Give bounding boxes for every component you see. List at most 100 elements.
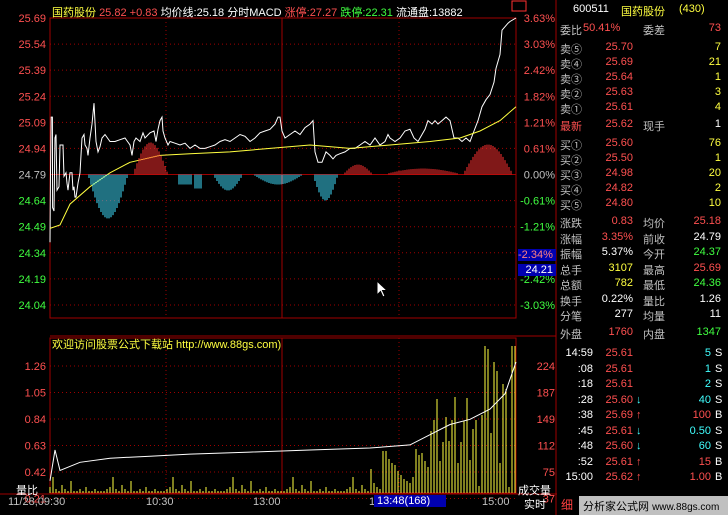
tick-time: :28 <box>577 393 593 406</box>
panel-stock-name: 国药股份 <box>621 6 665 18</box>
price-tick-right: 1.21% <box>524 117 555 129</box>
tick-time: :48 <box>577 440 593 452</box>
outer-value: 1760 <box>608 326 633 338</box>
tick-side: B <box>715 455 723 468</box>
tick-time: :18 <box>577 378 593 390</box>
tick-volume: 2 <box>704 378 711 390</box>
stock-code: 600511 <box>573 3 609 15</box>
stat-value: 25.18 <box>693 215 721 227</box>
tick-volume: 15 <box>698 455 711 468</box>
inner-label: 内盘 <box>643 329 665 341</box>
bid-price: 24.80 <box>605 197 633 209</box>
price-tick-left: 24.64 <box>18 196 46 208</box>
tick-volume: 0.50 <box>689 424 711 437</box>
tick-arrow: ↑ <box>636 455 642 468</box>
tick-arrow: ↓ <box>636 440 642 452</box>
price-tick-right: -3.03% <box>520 300 555 312</box>
stat-value: 24.37 <box>693 246 721 258</box>
stat-value: 0.83 <box>611 215 633 227</box>
bid-price: 24.98 <box>605 167 633 179</box>
ask-price: 25.69 <box>605 56 633 68</box>
price-tick-right: 0.61% <box>524 143 555 155</box>
stat-label: 前收 <box>643 233 665 246</box>
stat-value: 3.35% <box>601 230 633 243</box>
price-tick-left: 24.49 <box>18 222 46 234</box>
realtime-tab[interactable]: 实时 <box>524 496 546 512</box>
stat-value: 782 <box>614 277 633 289</box>
footer-site: 分析家公式网 <box>583 501 649 513</box>
tick-side: S <box>715 393 723 406</box>
tick-volume: 1 <box>704 362 711 375</box>
bid-volume: 1 <box>714 152 721 164</box>
tick-side: S <box>715 378 723 390</box>
tick-volume: 40 <box>698 393 711 406</box>
diff-value: 73 <box>708 22 721 34</box>
stat-value: 11 <box>709 308 721 320</box>
intraday-chart[interactable]: 25.69 3.63% 25.54 3.03% 25.39 2.42% 25.24 1.82%… <box>0 0 557 515</box>
ask-volume: 4 <box>714 101 721 113</box>
detail-tab[interactable]: 细 <box>557 496 577 515</box>
bid-volume: 2 <box>714 182 721 194</box>
tick-price: 25.62 <box>605 471 633 483</box>
ask-label: 卖⑤ <box>560 44 582 56</box>
indicator-name: 分时MACD <box>227 7 282 19</box>
tick-side: S <box>715 440 723 452</box>
price-tick-right: -1.21% <box>520 222 555 234</box>
price-tick-right: 2.42% <box>524 65 555 77</box>
header-price: 25.82 <box>99 7 127 19</box>
stat-value: 3107 <box>608 261 633 274</box>
limit-down-label: 跌停: <box>340 7 366 19</box>
ask-price: 25.63 <box>605 86 633 98</box>
volume-tick-right: 149 <box>537 414 555 426</box>
price-line <box>49 17 517 243</box>
limit-up-label: 涨停: <box>284 7 310 19</box>
ratio-label: 委比 <box>560 25 582 37</box>
stat-label: 振幅 <box>560 249 582 261</box>
price-tick-right: 1.82% <box>524 91 555 103</box>
mouse-pointer-icon <box>376 280 389 298</box>
bid-volume: 76 <box>708 137 721 149</box>
float-label: 流通盘: <box>395 7 433 19</box>
price-tick-right: 3.63% <box>524 13 555 25</box>
ask-volume: 21 <box>708 56 721 68</box>
price-tick-left: 25.54 <box>18 39 46 51</box>
limit-down: 22.31 <box>365 7 393 19</box>
bid-label: 买③ <box>560 170 582 182</box>
price-tick-left: 24.04 <box>18 300 46 312</box>
bid-label: 买⑤ <box>560 200 582 212</box>
tick-volume: 60 <box>698 440 711 452</box>
ask-label: 卖① <box>560 104 582 116</box>
tick-price: 25.61 <box>605 347 633 359</box>
bid-price: 25.60 <box>605 137 633 149</box>
chart-header: 国药股份 25.82 +0.83 均价线:25.18 分时MACD 涨停:27.… <box>52 4 463 20</box>
tick-time: 14:59 <box>565 347 593 359</box>
bid-price: 25.50 <box>605 152 633 164</box>
ask-volume: 1 <box>714 71 721 83</box>
time-cursor: 13:48(168) <box>374 495 446 507</box>
stat-value: 0.22% <box>601 292 633 305</box>
tick-time: :08 <box>577 362 593 375</box>
ask-price: 25.70 <box>605 41 633 53</box>
time-1030: 10:30 <box>146 496 174 508</box>
bid-price: 24.82 <box>605 182 633 194</box>
window-marker-icon <box>511 0 527 12</box>
stat-label: 最高 <box>643 264 665 277</box>
price-tick-left: 24.19 <box>18 274 46 286</box>
bid-volume: 20 <box>708 167 721 179</box>
volume-tick-left: 1.05 <box>25 388 46 400</box>
site-footer: 分析家公式网 www.88gs.com <box>579 496 728 515</box>
stat-value: 1.26 <box>699 292 721 305</box>
panel-number: (430) <box>679 3 705 15</box>
stat-label: 最低 <box>643 280 665 292</box>
stat-label: 均价 <box>643 218 665 230</box>
price-tick-left: 25.24 <box>18 91 46 103</box>
limit-up: 27.27 <box>309 7 338 19</box>
volume-banner: 欢迎访问股票公式下载站 http://www.88gs.com) <box>52 339 282 351</box>
tick-volume: 1.00 <box>689 471 711 483</box>
tick-side: S <box>715 424 723 437</box>
cursor-price: 24.21 <box>518 264 556 276</box>
price-tick-right: -0.61% <box>520 196 555 208</box>
float-value: 13882 <box>432 7 463 19</box>
time-start: 11/28,09:30 <box>8 496 66 508</box>
avg-label: 均价线: <box>160 7 197 19</box>
